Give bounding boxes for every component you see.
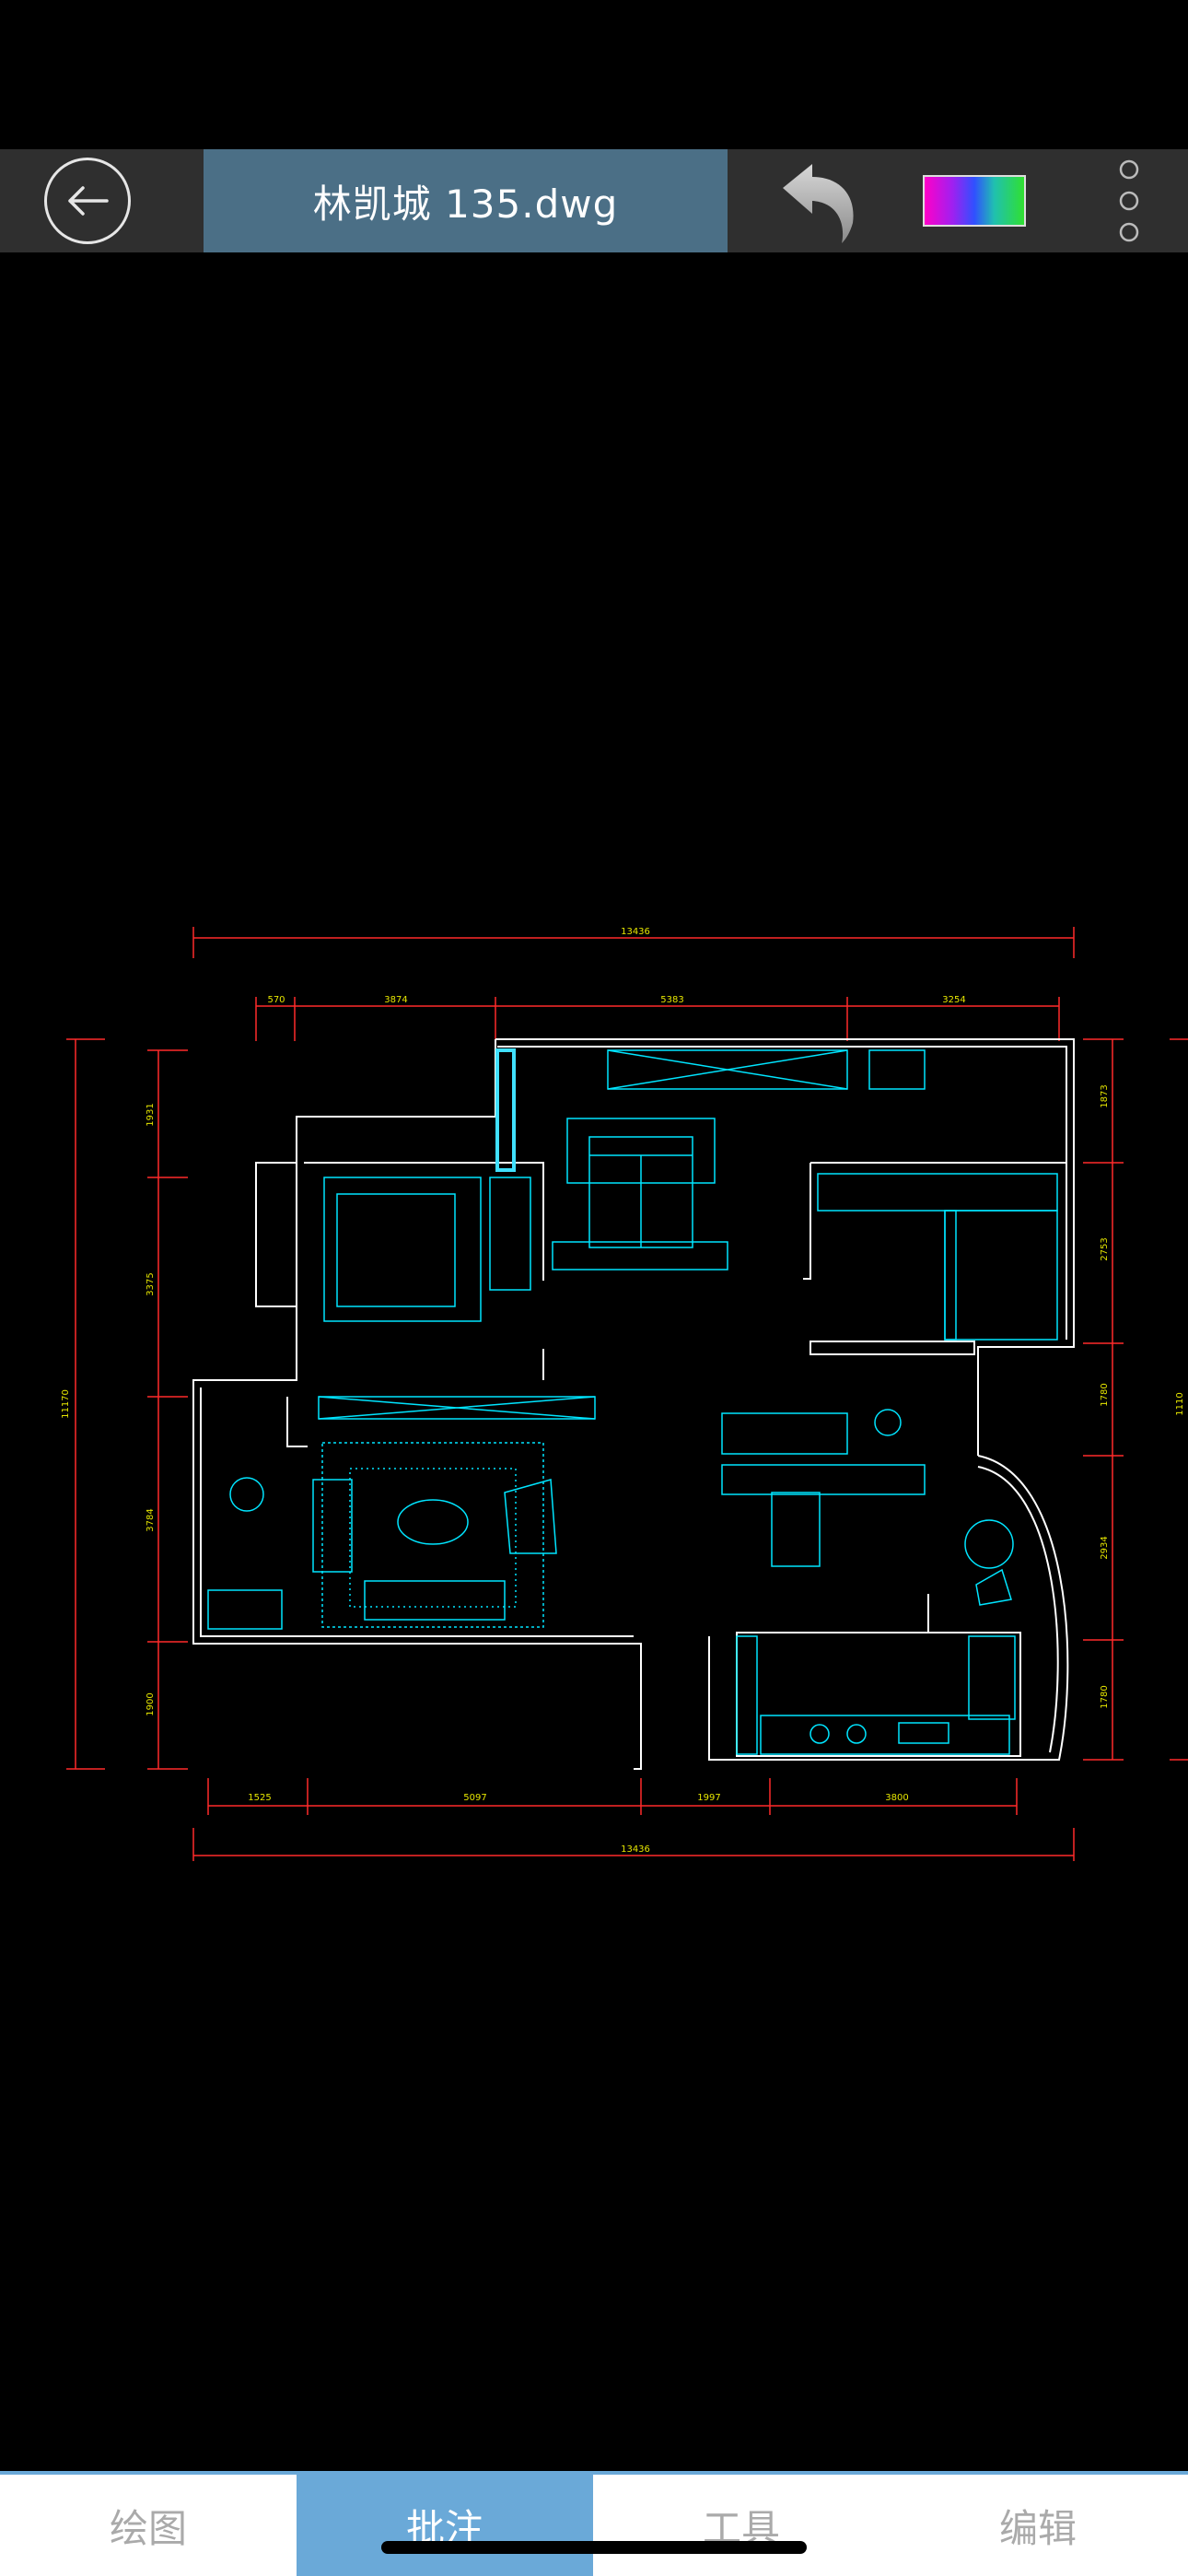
dim-right-1: 1873: [1100, 1084, 1110, 1107]
dim-top-1: 570: [267, 995, 285, 1005]
back-arrow-circle-icon: [68, 186, 109, 216]
dim-left-4: 1900: [146, 1692, 156, 1715]
tab-draw-label: 绘图: [109, 2505, 187, 2551]
dim-right-3: 1780: [1100, 1383, 1110, 1406]
tab-edit-label: 编辑: [998, 2505, 1077, 2551]
dim-left-total: 11170: [61, 1389, 71, 1419]
undo-button[interactable]: [775, 158, 862, 245]
dim-bottom-1: 1525: [248, 1793, 271, 1803]
dim-bottom-2: 5097: [463, 1793, 486, 1803]
dim-left-3: 3784: [146, 1508, 156, 1531]
dim-top-3: 5383: [660, 995, 683, 1005]
top-toolbar: 林凯城 135.dwg: [0, 149, 1188, 252]
color-picker-button[interactable]: [923, 175, 1026, 227]
drawing-canvas[interactable]: 13436 570 3874 5383 3254 1525 5097 1997 …: [0, 252, 1188, 2471]
dim-left-1: 1931: [146, 1103, 156, 1126]
more-options-button[interactable]: [1110, 153, 1148, 249]
file-title-bar: 林凯城 135.dwg: [204, 149, 728, 252]
furniture: [207, 1048, 1058, 1755]
file-title: 林凯城 135.dwg: [312, 181, 619, 227]
dim-top-4: 3254: [942, 995, 965, 1005]
dim-right-total: 1110: [1175, 1392, 1185, 1415]
undo-icon: [783, 164, 854, 243]
home-indicator[interactable]: [381, 2541, 807, 2554]
tab-tools[interactable]: 工具: [593, 2475, 890, 2576]
dim-right-2: 2753: [1100, 1237, 1110, 1260]
tab-draw[interactable]: 绘图: [0, 2475, 297, 2576]
dim-bottom-4: 3800: [885, 1793, 908, 1803]
dim-bottom-3: 1997: [697, 1793, 720, 1803]
tab-edit[interactable]: 编辑: [890, 2475, 1186, 2576]
back-button[interactable]: [44, 158, 131, 244]
vertical-dots-icon: [1119, 159, 1139, 242]
walls: [192, 1038, 1075, 1770]
dim-bottom-total: 13436: [621, 1844, 650, 1855]
floor-plan-drawing: 13436 570 3874 5383 3254 1525 5097 1997 …: [61, 927, 1188, 1861]
bottom-tab-bar: 绘图 批注 工具 编辑: [0, 2471, 1188, 2576]
dim-top-2: 3874: [384, 995, 407, 1005]
dim-left-2: 3375: [146, 1272, 156, 1295]
tab-annotate[interactable]: 批注: [297, 2475, 593, 2576]
dimension-labels: 13436 570 3874 5383 3254 1525 5097 1997 …: [61, 927, 1185, 1855]
dim-top-total: 13436: [621, 927, 650, 937]
dim-right-5: 1780: [1100, 1685, 1110, 1708]
dim-right-4: 2934: [1100, 1536, 1110, 1559]
